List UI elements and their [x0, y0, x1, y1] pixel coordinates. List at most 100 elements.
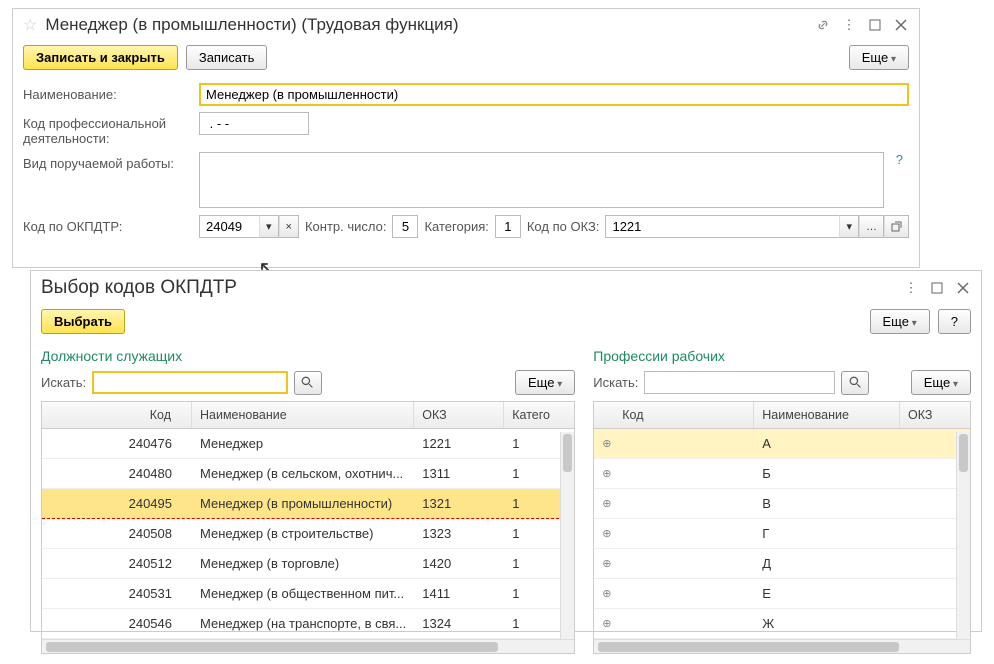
expand-icon[interactable]: ⊕ [602, 497, 611, 510]
col-code[interactable]: Код [594, 402, 754, 428]
help-icon[interactable]: ? [890, 152, 909, 167]
profcode-input[interactable] [199, 112, 309, 135]
name-label: Наименование: [23, 83, 193, 102]
maximize-icon[interactable] [929, 280, 945, 296]
titlebar: Выбор кодов ОКПДТР ⋮ [31, 271, 981, 305]
expand-icon[interactable]: ⊕ [602, 527, 611, 540]
search-input[interactable] [92, 371, 287, 394]
cell-name: Д [754, 556, 900, 571]
table-row[interactable]: 240495Менеджер (в промышленности)13211 [42, 489, 574, 519]
okpdtr-input[interactable] [199, 215, 259, 238]
table-row[interactable]: ⊕Ж [594, 609, 970, 639]
worktype-textarea[interactable] [199, 152, 884, 208]
okz-input[interactable] [605, 215, 839, 238]
cell-name: Менеджер (в промышленности) [192, 496, 414, 511]
more-button[interactable]: Еще [870, 309, 930, 334]
table-row[interactable]: 240512Менеджер (в торговле)14201 [42, 549, 574, 579]
cell-name: Менеджер (в сельском, охотнич... [192, 466, 414, 481]
titlebar: ☆ Менеджер (в промышленности) (Трудовая … [13, 9, 919, 41]
cell-name: Менеджер (на транспорте, в свя... [192, 616, 414, 631]
expand-icon[interactable]: ⊕ [602, 587, 611, 600]
cell-code: 240495 [42, 496, 192, 511]
cell-name: В [754, 496, 900, 511]
kebab-menu-icon[interactable]: ⋮ [903, 280, 919, 296]
col-okz[interactable]: ОКЗ [414, 402, 504, 428]
table-row[interactable]: ⊕А [594, 429, 970, 459]
close-icon[interactable] [955, 280, 971, 296]
save-and-close-button[interactable]: Записать и закрыть [23, 45, 178, 70]
cell-name: Менеджер (в торговле) [192, 556, 414, 571]
help-button[interactable]: ? [938, 309, 971, 334]
table-row[interactable]: ⊕Д [594, 549, 970, 579]
table-row[interactable]: 240531Менеджер (в общественном пит...141… [42, 579, 574, 609]
cell-code: 240531 [42, 586, 192, 601]
name-input[interactable] [199, 83, 909, 106]
col-name[interactable]: Наименование [754, 402, 900, 428]
cell-name: Б [754, 466, 900, 481]
select-button[interactable]: Выбрать [41, 309, 125, 334]
expand-icon[interactable]: ⊕ [602, 467, 611, 480]
table-row[interactable]: 240508Менеджер (в строительстве)13231 [42, 519, 574, 549]
panel-more-button[interactable]: Еще [911, 370, 971, 395]
okpdtr-dropdown-icon[interactable]: ▾ [259, 215, 279, 238]
worktype-label: Вид поручаемой работы: [23, 152, 193, 171]
cell-name: Е [754, 586, 900, 601]
table-row[interactable]: ⊕Б [594, 459, 970, 489]
col-code[interactable]: Код [42, 402, 192, 428]
okpdtr-label: Код по ОКПДТР: [23, 219, 193, 234]
favorite-star-icon[interactable]: ☆ [23, 15, 37, 35]
maximize-icon[interactable] [867, 17, 883, 33]
table-row[interactable]: 240546Менеджер (на транспорте, в свя...1… [42, 609, 574, 639]
labor-function-window: ☆ Менеджер (в промышленности) (Трудовая … [12, 8, 920, 268]
panel-title: Профессии рабочих [593, 344, 971, 370]
table-row[interactable]: 240480Менеджер (в сельском, охотнич...13… [42, 459, 574, 489]
cell-okz: 1321 [414, 496, 504, 511]
cell-okz: 1323 [414, 526, 504, 541]
search-button[interactable] [294, 371, 322, 395]
table-row[interactable]: 240476Менеджер12211 [42, 429, 574, 459]
cell-code: 240476 [42, 436, 192, 451]
expand-icon[interactable]: ⊕ [602, 557, 611, 570]
search-button[interactable] [841, 371, 869, 395]
okpdtr-clear-icon[interactable]: × [279, 215, 299, 238]
okz-more-icon[interactable]: … [859, 215, 884, 238]
col-name[interactable]: Наименование [192, 402, 414, 428]
cell-code: 240546 [42, 616, 192, 631]
expand-icon[interactable]: ⊕ [602, 617, 611, 630]
okz-label: Код по ОКЗ: [527, 219, 600, 234]
window-title: Выбор кодов ОКПДТР [41, 277, 895, 299]
save-button[interactable]: Записать [186, 45, 268, 70]
cell-okz: 1221 [414, 436, 504, 451]
cell-code: 240512 [42, 556, 192, 571]
panel-title: Должности служащих [41, 344, 575, 370]
okpdtr-input-group: ▾ × [199, 215, 299, 238]
col-category[interactable]: Катего [504, 402, 574, 428]
okz-input-group: ▾ … [605, 215, 909, 238]
check-input[interactable] [392, 215, 418, 238]
category-input[interactable] [495, 215, 521, 238]
cell-okz: 1420 [414, 556, 504, 571]
okz-dropdown-icon[interactable]: ▾ [839, 215, 859, 238]
cell-okz: 1324 [414, 616, 504, 631]
panel-more-button[interactable]: Еще [515, 370, 575, 395]
okz-open-icon[interactable] [884, 215, 909, 238]
horizontal-scrollbar[interactable] [594, 639, 970, 653]
check-label: Контр. число: [305, 219, 387, 234]
kebab-menu-icon[interactable]: ⋮ [841, 17, 857, 33]
vertical-scrollbar[interactable] [956, 432, 970, 639]
table-row[interactable]: ⊕Е [594, 579, 970, 609]
table-row[interactable]: ⊕Г [594, 519, 970, 549]
table-row[interactable]: ⊕В [594, 489, 970, 519]
expand-icon[interactable]: ⊕ [602, 437, 611, 450]
vertical-scrollbar[interactable] [560, 432, 574, 639]
cell-code: 240508 [42, 526, 192, 541]
cell-okz: 1311 [414, 466, 504, 481]
search-input[interactable] [644, 371, 835, 394]
toolbar: Записать и закрыть Записать Еще [13, 41, 919, 80]
link-icon[interactable] [815, 17, 831, 33]
col-okz[interactable]: ОКЗ [900, 402, 970, 428]
more-button[interactable]: Еще [849, 45, 909, 70]
cell-name: Менеджер (в строительстве) [192, 526, 414, 541]
close-icon[interactable] [893, 17, 909, 33]
horizontal-scrollbar[interactable] [42, 639, 574, 653]
